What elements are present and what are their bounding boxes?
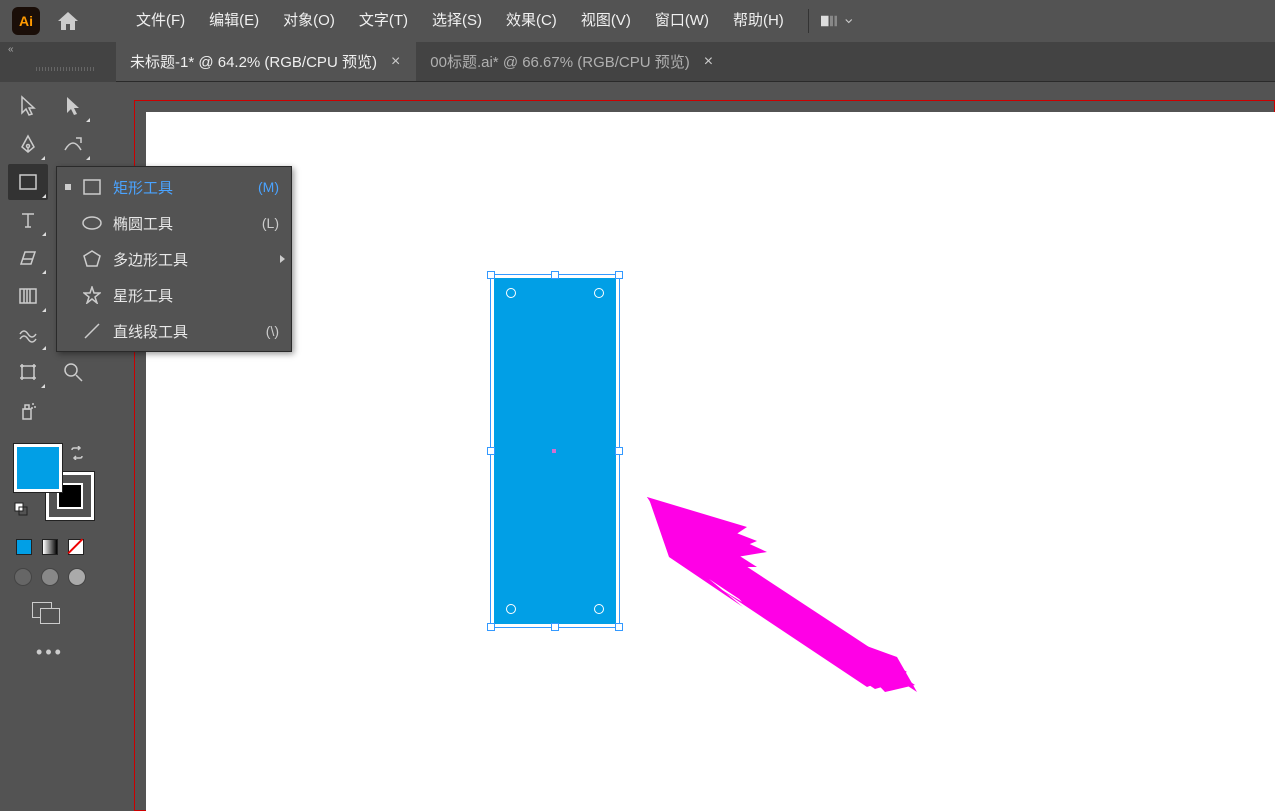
shape-tool-flyout: 矩形工具 (M) 椭圆工具 (L) 多边形工具 星形工具 直线段工具 (\) — [56, 166, 292, 352]
app-logo-text: Ai — [19, 13, 33, 29]
spray-tool[interactable] — [8, 392, 48, 428]
edit-toolbar-button[interactable]: ••• — [8, 642, 92, 663]
rectangle-icon — [81, 179, 103, 195]
document-tab-2[interactable]: 00标题.ai* @ 66.67% (RGB/CPU 预览) × — [416, 42, 729, 81]
resize-handle-mr[interactable] — [615, 447, 623, 455]
workspace-switcher[interactable] — [821, 11, 853, 31]
collapse-arrow-icon[interactable]: « — [8, 44, 14, 55]
menu-type[interactable]: 文字(T) — [347, 0, 420, 42]
flyout-label: 椭圆工具 — [113, 213, 252, 234]
flyout-rectangle-tool[interactable]: 矩形工具 (M) — [57, 169, 291, 205]
panel-grip[interactable] — [36, 67, 96, 71]
corner-radius-handle[interactable] — [506, 604, 516, 614]
selected-indicator — [65, 184, 71, 190]
ellipse-icon — [81, 215, 103, 231]
type-tool[interactable] — [8, 202, 48, 238]
flyout-ellipse-tool[interactable]: 椭圆工具 (L) — [57, 205, 291, 241]
color-mode-solid[interactable] — [12, 536, 36, 558]
artboard-tool[interactable] — [8, 354, 47, 390]
menu-object[interactable]: 对象(O) — [271, 0, 347, 42]
corner-radius-handle[interactable] — [594, 604, 604, 614]
tab-label: 未标题-1* @ 64.2% (RGB/CPU 预览) — [130, 51, 377, 72]
flyout-shortcut: (\) — [266, 323, 279, 339]
screen-mode-icon — [32, 602, 60, 624]
menu-divider — [808, 9, 809, 33]
menubar: Ai 文件(F) 编辑(E) 对象(O) 文字(T) 选择(S) 效果(C) 视… — [0, 0, 1275, 42]
flyout-label: 多边形工具 — [113, 249, 269, 270]
menu-edit[interactable]: 编辑(E) — [197, 0, 271, 42]
draw-mode-row — [8, 566, 92, 588]
curvature-tool[interactable] — [53, 126, 92, 162]
eraser-tool[interactable] — [8, 240, 48, 276]
swap-fill-stroke-icon[interactable] — [70, 446, 84, 463]
menu-select[interactable]: 选择(S) — [420, 0, 494, 42]
document-tab-1[interactable]: 未标题-1* @ 64.2% (RGB/CPU 预览) × — [116, 42, 416, 81]
flyout-line-tool[interactable]: 直线段工具 (\) — [57, 313, 291, 349]
direct-selection-tool[interactable] — [53, 88, 92, 124]
resize-handle-bl[interactable] — [487, 623, 495, 631]
polygon-icon — [81, 250, 103, 268]
draw-normal[interactable] — [12, 566, 33, 588]
color-mode-none[interactable] — [64, 536, 88, 558]
selection-tool[interactable] — [8, 88, 47, 124]
star-icon — [81, 286, 103, 304]
resize-handle-ml[interactable] — [487, 447, 495, 455]
resize-handle-tr[interactable] — [615, 271, 623, 279]
draw-behind[interactable] — [39, 566, 60, 588]
color-section — [8, 444, 92, 534]
left-panels-header: « — [0, 42, 116, 82]
menu-effect[interactable]: 效果(C) — [494, 0, 569, 42]
flyout-label: 矩形工具 — [113, 177, 248, 198]
color-mode-row — [8, 536, 92, 558]
app-logo: Ai — [12, 7, 40, 35]
document-tabbar: 未标题-1* @ 64.2% (RGB/CPU 预览) × 00标题.ai* @… — [0, 42, 1275, 82]
corner-radius-handle[interactable] — [594, 288, 604, 298]
center-point — [552, 449, 556, 453]
chevron-down-icon — [845, 18, 853, 24]
corner-radius-handle[interactable] — [506, 288, 516, 298]
resize-handle-br[interactable] — [615, 623, 623, 631]
artboard[interactable] — [146, 112, 1275, 811]
close-icon[interactable]: × — [389, 53, 402, 71]
menu-help[interactable]: 帮助(H) — [721, 0, 796, 42]
resize-handle-bm[interactable] — [551, 623, 559, 631]
pen-tool[interactable] — [8, 126, 47, 162]
default-fill-stroke-icon[interactable] — [14, 502, 30, 518]
menubar-items: 文件(F) 编辑(E) 对象(O) 文字(T) 选择(S) 效果(C) 视图(V… — [124, 0, 796, 42]
draw-inside[interactable] — [67, 566, 88, 588]
flyout-shortcut: (M) — [258, 179, 279, 195]
submenu-arrow-icon — [280, 255, 285, 263]
menu-view[interactable]: 视图(V) — [569, 0, 643, 42]
flyout-star-tool[interactable]: 星形工具 — [57, 277, 291, 313]
warp-tool[interactable] — [8, 316, 48, 352]
screen-mode-button[interactable] — [8, 602, 92, 624]
flyout-label: 直线段工具 — [113, 321, 256, 342]
rectangle-tool[interactable] — [8, 164, 48, 200]
color-mode-gradient[interactable] — [38, 536, 62, 558]
fill-color-swatch[interactable] — [14, 444, 62, 492]
menu-file[interactable]: 文件(F) — [124, 0, 197, 42]
flyout-polygon-tool[interactable]: 多边形工具 — [57, 241, 291, 277]
menu-window[interactable]: 窗口(W) — [643, 0, 721, 42]
gradient-tool[interactable] — [8, 278, 48, 314]
line-icon — [81, 322, 103, 340]
resize-handle-tl[interactable] — [487, 271, 495, 279]
flyout-shortcut: (L) — [262, 215, 279, 231]
close-icon[interactable]: × — [702, 53, 715, 71]
resize-handle-tm[interactable] — [551, 271, 559, 279]
flyout-label: 星形工具 — [113, 285, 269, 306]
tab-label: 00标题.ai* @ 66.67% (RGB/CPU 预览) — [430, 51, 689, 72]
zoom-tool[interactable] — [53, 354, 92, 390]
home-icon[interactable] — [56, 9, 80, 33]
